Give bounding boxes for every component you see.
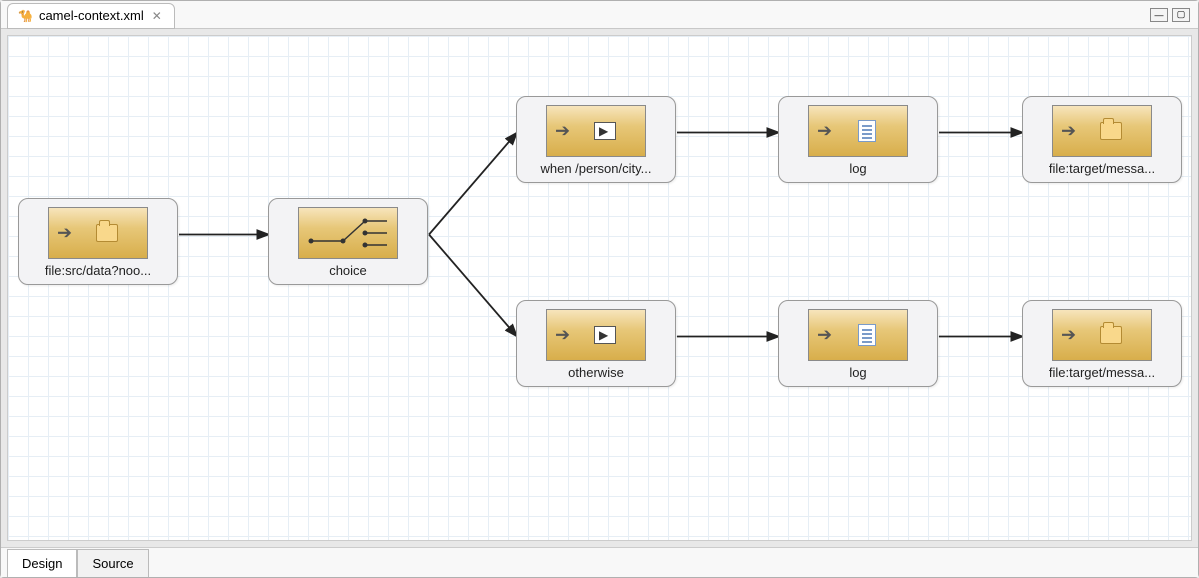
node-label: when /person/city... (517, 161, 675, 176)
node-choice[interactable]: choice (268, 198, 428, 285)
edge (429, 235, 517, 337)
node-label: choice (269, 263, 427, 278)
folder-icon (96, 224, 118, 242)
node-label: log (779, 161, 937, 176)
node-label: file:target/messa... (1023, 161, 1181, 176)
window-controls: — ▢ (1150, 8, 1198, 22)
choice-icon (299, 207, 397, 259)
bottom-tabs: Design Source (1, 547, 1198, 577)
document-icon (858, 120, 876, 142)
node-log2[interactable]: ➔ log (778, 300, 938, 387)
arrow-icon: ➔ (555, 325, 570, 346)
tab-design[interactable]: Design (7, 549, 77, 577)
node-label: file:src/data?noo... (19, 263, 177, 278)
camel-file-icon: 🐪 (18, 9, 33, 23)
arrow-icon: ➔ (817, 121, 832, 142)
title-bar: 🐪 camel-context.xml ✕ — ▢ (1, 1, 1198, 29)
maximize-button[interactable]: ▢ (1172, 8, 1190, 22)
node-file_out2[interactable]: ➔ file:target/messa... (1022, 300, 1182, 387)
design-canvas[interactable]: ➔ file:src/data?noo... choice ➔ when /person… (7, 35, 1192, 541)
close-icon[interactable]: ✕ (150, 9, 164, 23)
node-file_out1[interactable]: ➔ file:target/messa... (1022, 96, 1182, 183)
arrow-icon: ➔ (57, 223, 72, 244)
node-otherwise[interactable]: ➔ otherwise (516, 300, 676, 387)
node-label: log (779, 365, 937, 380)
node-log1[interactable]: ➔ log (778, 96, 938, 183)
minimize-button[interactable]: — (1150, 8, 1168, 22)
node-when[interactable]: ➔ when /person/city... (516, 96, 676, 183)
arrow-icon: ➔ (817, 325, 832, 346)
tab-source[interactable]: Source (77, 549, 148, 577)
folder-icon (1100, 122, 1122, 140)
arrow-icon: ➔ (1061, 121, 1076, 142)
folder-icon (1100, 326, 1122, 344)
node-label: file:target/messa... (1023, 365, 1181, 380)
node-file_in[interactable]: ➔ file:src/data?noo... (18, 198, 178, 285)
edge (429, 133, 517, 235)
arrow-icon: ➔ (555, 121, 570, 142)
endpoint-icon (594, 122, 616, 140)
file-tab[interactable]: 🐪 camel-context.xml ✕ (7, 3, 175, 29)
document-icon (858, 324, 876, 346)
node-label: otherwise (517, 365, 675, 380)
arrow-icon: ➔ (1061, 325, 1076, 346)
endpoint-icon (594, 326, 616, 344)
file-tab-label: camel-context.xml (39, 8, 144, 23)
